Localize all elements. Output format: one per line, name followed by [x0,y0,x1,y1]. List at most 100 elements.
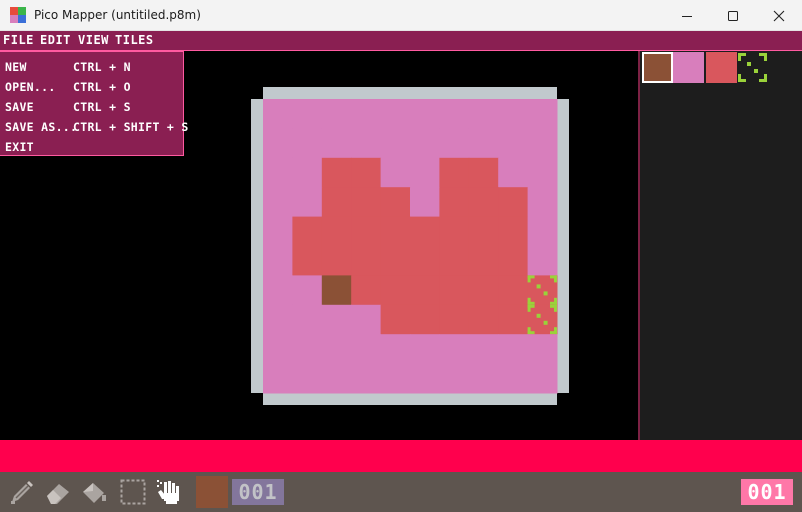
map-tile-pink[interactable] [527,216,558,247]
swatch-brown[interactable] [642,52,673,83]
map-tile-red[interactable] [410,275,440,306]
map-tile-red[interactable] [468,275,499,306]
map-tile-red[interactable] [321,187,352,218]
map-tile-pink[interactable] [263,246,293,276]
tile-map[interactable] [251,87,569,405]
map-tile-red[interactable] [439,275,470,306]
map-tile-pink[interactable] [292,99,323,129]
map-tile-pink[interactable] [351,128,382,159]
swatch-empty[interactable] [737,52,768,83]
map-tile-red[interactable] [439,304,470,335]
map-tile-pink[interactable] [468,128,499,159]
map-tile-red[interactable] [468,304,499,335]
map-tile-red[interactable] [498,304,529,335]
menu-tiles[interactable]: TILES [115,33,154,48]
map-tile-pink[interactable] [410,187,440,218]
map-tile-pink[interactable] [321,363,352,394]
map-tile-pink[interactable] [263,157,293,188]
map-tile-pink[interactable] [263,275,293,306]
map-tile-empty[interactable] [527,275,558,306]
menu-item-save-as[interactable]: SAVE AS... CTRL + SHIFT + S [5,120,188,140]
map-tile-pink[interactable] [527,246,558,276]
map-tile-pink[interactable] [468,334,499,365]
map-tile-pink[interactable] [263,334,293,365]
selection-tool-button[interactable] [119,478,147,506]
map-tile-red[interactable] [410,246,440,276]
map-tile-pink[interactable] [498,334,529,365]
map-tile-pink[interactable] [351,363,382,394]
map-tile-pink[interactable] [321,99,352,129]
map-tile-red[interactable] [380,275,411,306]
map-tile-red[interactable] [498,216,529,247]
map-tile-red[interactable] [380,246,411,276]
map-tile-red[interactable] [292,246,323,276]
menu-edit[interactable]: EDIT [40,33,71,48]
map-tile-pink[interactable] [321,304,352,335]
map-tile-pink[interactable] [351,334,382,365]
map-tile-pink[interactable] [410,334,440,365]
map-tile-red[interactable] [439,187,470,218]
map-tile-red[interactable] [439,246,470,276]
map-tile-pink[interactable] [527,334,558,365]
map-tile-pink[interactable] [292,334,323,365]
map-tile-red[interactable] [292,216,323,247]
map-tile-pink[interactable] [380,363,411,394]
map-tile-pink[interactable] [468,363,499,394]
map-tile-red[interactable] [351,187,382,218]
menu-item-open[interactable]: OPEN... CTRL + O [5,80,181,100]
current-color-swatch[interactable] [196,476,228,508]
map-tile-pink[interactable] [468,99,499,129]
map-tile-pink[interactable] [292,363,323,394]
map-tile-red[interactable] [351,246,382,276]
map-tile-red[interactable] [468,187,499,218]
map-tile-red[interactable] [498,275,529,306]
minimize-button[interactable] [664,0,710,31]
map-tile-red[interactable] [321,216,352,247]
map-tile-pink[interactable] [263,187,293,218]
map-tile-pink[interactable] [527,157,558,188]
menu-file[interactable]: FILE [3,33,34,48]
map-tile-red[interactable] [321,246,352,276]
map-tile-pink[interactable] [498,363,529,394]
map-tile-red[interactable] [439,216,470,247]
map-tile-pink[interactable] [292,275,323,306]
map-tile-red[interactable] [468,246,499,276]
map-tile-pink[interactable] [263,99,293,129]
map-tile-pink[interactable] [380,334,411,365]
map-tile-pink[interactable] [292,304,323,335]
map-tile-pink[interactable] [527,363,558,394]
map-tile-pink[interactable] [351,99,382,129]
map-tile-pink[interactable] [527,128,558,159]
map-tile-red[interactable] [410,304,440,335]
map-tile-pink[interactable] [292,157,323,188]
map-tile-pink[interactable] [410,363,440,394]
swatch-red[interactable] [706,52,737,83]
map-tile-red[interactable] [351,216,382,247]
map-tile-pink[interactable] [439,334,470,365]
pencil-tool-button[interactable] [8,478,36,506]
map-tile-red[interactable] [380,216,411,247]
map-tile-red[interactable] [498,187,529,218]
swatch-pink[interactable] [673,52,704,83]
map-tile-pink[interactable] [410,157,440,188]
map-tile-pink[interactable] [498,157,529,188]
map-tile-empty[interactable] [527,304,558,335]
maximize-button[interactable] [710,0,756,31]
map-tile-pink[interactable] [321,128,352,159]
map-tile-red[interactable] [380,187,411,218]
map-tile-pink[interactable] [380,99,411,129]
map-tile-pink[interactable] [498,99,529,129]
map-tile-red[interactable] [439,157,470,188]
map-tile-pink[interactable] [263,128,293,159]
map-tile-pink[interactable] [380,128,411,159]
close-button[interactable] [756,0,802,31]
map-tile-pink[interactable] [410,99,440,129]
map-tile-pink[interactable] [351,304,382,335]
hand-tool-button[interactable] [155,478,183,506]
menu-view[interactable]: VIEW [78,33,109,48]
map-tile-pink[interactable] [380,157,411,188]
map-tile-red[interactable] [321,157,352,188]
map-tile-red[interactable] [468,157,499,188]
map-tile-brown[interactable] [321,275,352,306]
map-tile-pink[interactable] [263,363,293,394]
